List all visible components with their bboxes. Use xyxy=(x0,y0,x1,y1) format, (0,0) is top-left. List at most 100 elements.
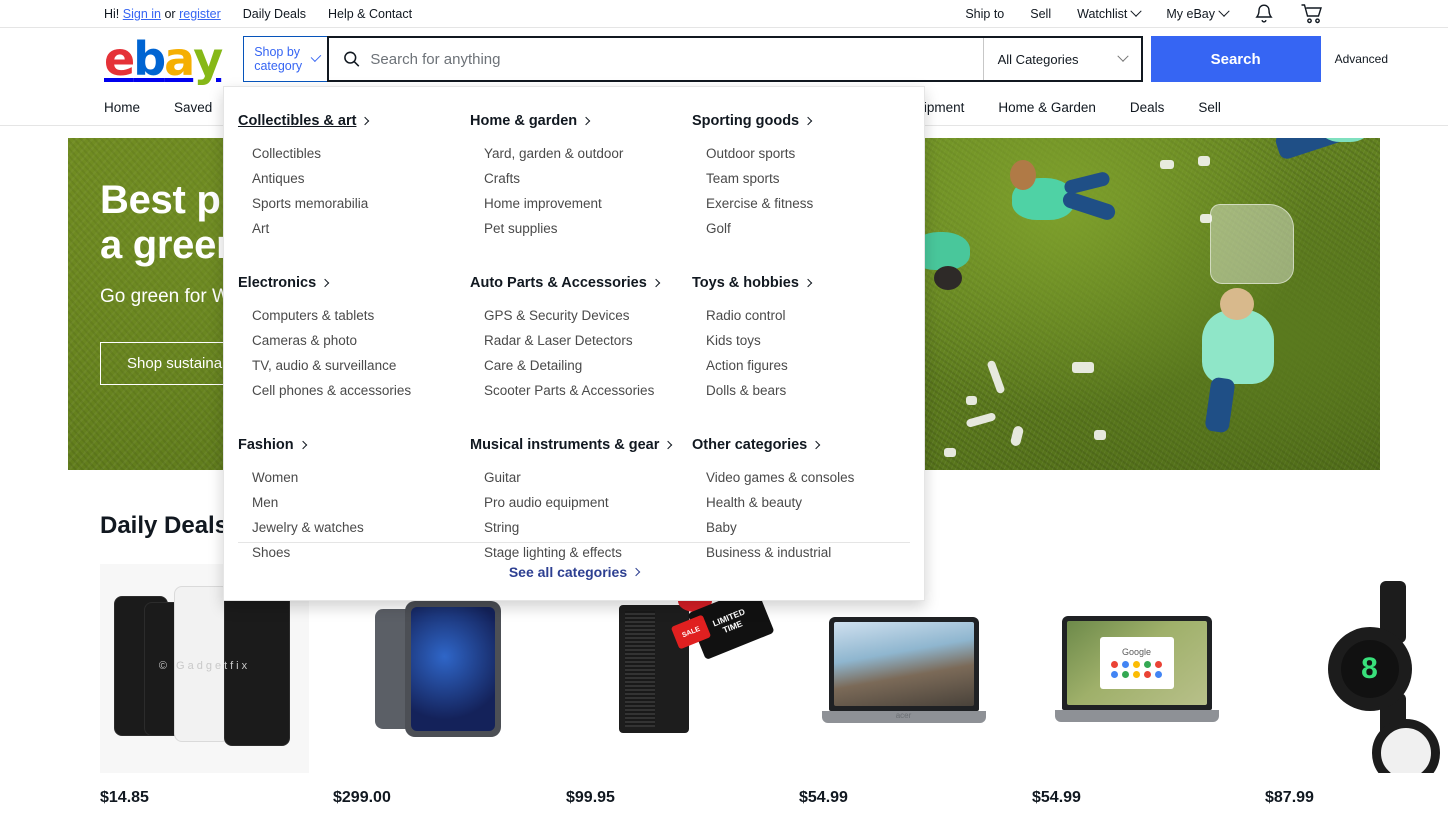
mega-item[interactable]: Baby xyxy=(692,515,896,540)
mega-item[interactable]: String xyxy=(470,515,692,540)
search-input-wrapper xyxy=(329,38,982,80)
category-select[interactable]: All Categories xyxy=(982,38,1141,80)
ship-to-link[interactable]: Ship to xyxy=(965,7,1004,21)
mega-item[interactable]: Care & Detailing xyxy=(470,353,692,378)
laptop-art: Google xyxy=(1054,615,1219,722)
mega-item[interactable]: Team sports xyxy=(692,166,896,191)
nav-item-home[interactable]: Home xyxy=(104,100,140,115)
mega-list: Radio control Kids toys Action figures D… xyxy=(692,303,896,403)
mega-heading-label: Auto Parts & Accessories xyxy=(470,275,647,291)
chevron-down-icon xyxy=(1116,50,1129,62)
see-all-categories-link[interactable]: See all categories xyxy=(508,563,641,580)
mega-heading-auto-parts-and-accessories[interactable]: Auto Parts & Accessories xyxy=(470,275,692,291)
greeting-block: Hi! Sign in or register xyxy=(104,7,221,21)
chevron-down-icon xyxy=(1130,5,1143,17)
mega-item[interactable]: GPS & Security Devices xyxy=(470,303,692,328)
mega-item[interactable]: Outdoor sports xyxy=(692,141,896,166)
mega-heading-electronics[interactable]: Electronics xyxy=(238,275,470,291)
deal-image-smartwatch[interactable]: 8 xyxy=(1265,564,1448,773)
mega-item[interactable]: Guitar xyxy=(470,465,692,490)
mega-list: Yard, garden & outdoor Crafts Home impro… xyxy=(470,141,692,241)
mega-heading-label: Sporting goods xyxy=(692,113,800,129)
mega-heading-fashion[interactable]: Fashion xyxy=(238,437,470,453)
chevron-right-icon xyxy=(298,440,307,450)
mega-item[interactable]: Collectibles xyxy=(238,141,470,166)
mega-item[interactable]: TV, audio & surveillance xyxy=(238,353,470,378)
notification-bell-icon[interactable] xyxy=(1254,3,1274,25)
deal-price: $54.99 xyxy=(799,789,848,806)
mega-item[interactable]: Jewelry & watches xyxy=(238,515,470,540)
shop-by-category-button[interactable]: Shop by category xyxy=(243,36,328,82)
mega-item[interactable]: Home improvement xyxy=(470,191,692,216)
logo-letter-a: a xyxy=(164,32,195,86)
mega-group: Home & garden Yard, garden & outdoor Cra… xyxy=(470,113,692,241)
mega-item[interactable]: Pro audio equipment xyxy=(470,490,692,515)
deal-card[interactable]: 8 $87.99 xyxy=(1265,564,1448,807)
tag-badge: SALE xyxy=(681,625,701,639)
nav-item-home-and-garden[interactable]: Home & Garden xyxy=(998,100,1096,115)
watchlist-menu[interactable]: Watchlist xyxy=(1077,5,1143,21)
mega-item[interactable]: Dolls & bears xyxy=(692,378,896,403)
mega-item[interactable]: Radio control xyxy=(692,303,896,328)
mega-heading-musical-instruments-and-gear[interactable]: Musical instruments & gear xyxy=(470,437,692,453)
mega-item[interactable]: Men xyxy=(238,490,470,515)
advanced-search-link[interactable]: Advanced xyxy=(1335,52,1388,66)
utility-top-bar: Hi! Sign in or register Daily Deals Help… xyxy=(0,0,1448,28)
mega-item[interactable]: Crafts xyxy=(470,166,692,191)
register-link[interactable]: register xyxy=(179,7,221,21)
mega-item[interactable]: Women xyxy=(238,465,470,490)
mega-item[interactable]: Exercise & fitness xyxy=(692,191,896,216)
deal-card[interactable]: Google $54.99 xyxy=(1032,564,1241,807)
ebay-logo[interactable]: e b a y xyxy=(104,32,223,86)
mega-heading-label: Fashion xyxy=(238,437,294,453)
google-wordmark: Google xyxy=(1121,647,1152,657)
mega-item[interactable]: Antiques xyxy=(238,166,470,191)
ebay-homepage: Hi! Sign in or register Daily Deals Help… xyxy=(0,0,1448,828)
mega-group: Electronics Computers & tablets Cameras … xyxy=(238,275,470,403)
mega-item[interactable]: Radar & Laser Detectors xyxy=(470,328,692,353)
mega-heading-sporting-goods[interactable]: Sporting goods xyxy=(692,113,896,129)
mega-item[interactable]: Golf xyxy=(692,216,896,241)
sell-link[interactable]: Sell xyxy=(1030,7,1051,21)
my-ebay-menu[interactable]: My eBay xyxy=(1166,5,1230,21)
mega-heading-other-categories[interactable]: Other categories xyxy=(692,437,896,453)
sell-label: Sell xyxy=(1030,6,1052,21)
mega-heading-home-and-garden[interactable]: Home & garden xyxy=(470,113,692,129)
mega-list: Computers & tablets Cameras & photo TV, … xyxy=(238,303,470,403)
mega-item[interactable]: Sports memorabilia xyxy=(238,191,470,216)
mega-item[interactable]: Yard, garden & outdoor xyxy=(470,141,692,166)
nav-item-sell[interactable]: Sell xyxy=(1198,100,1221,115)
help-contact-link[interactable]: Help & Contact xyxy=(328,7,412,21)
see-all-categories-label: See all categories xyxy=(508,563,628,580)
mega-item[interactable]: Cell phones & accessories xyxy=(238,378,470,403)
mega-item[interactable]: Cameras & photo xyxy=(238,328,470,353)
mega-heading-collectibles-and-art[interactable]: Collectibles & art xyxy=(238,113,470,129)
mega-heading-label: Toys & hobbies xyxy=(692,275,799,291)
mega-heading-toys-and-hobbies[interactable]: Toys & hobbies xyxy=(692,275,896,291)
mega-menu-footer: See all categories xyxy=(238,542,910,600)
search-input[interactable] xyxy=(370,50,969,68)
logo-letter-e: e xyxy=(104,32,135,86)
nav-item-saved[interactable]: Saved xyxy=(174,100,212,115)
mega-item[interactable]: Video games & consoles xyxy=(692,465,896,490)
tablet-art xyxy=(404,600,501,737)
shop-by-category-dropdown[interactable]: Collectibles & art Collectibles Antiques… xyxy=(223,86,925,601)
mega-item[interactable]: Action figures xyxy=(692,353,896,378)
deal-image-hp-chromebook[interactable]: Google xyxy=(1032,564,1241,773)
mega-item[interactable]: Kids toys xyxy=(692,328,896,353)
mega-heading-label: Other categories xyxy=(692,437,808,453)
nav-item-deals[interactable]: Deals xyxy=(1130,100,1165,115)
shopping-cart-icon[interactable] xyxy=(1300,3,1324,25)
mega-list: Collectibles Antiques Sports memorabilia… xyxy=(238,141,470,241)
mega-item[interactable]: Computers & tablets xyxy=(238,303,470,328)
chevron-right-icon xyxy=(803,278,813,288)
daily-deals-link[interactable]: Daily Deals xyxy=(243,7,306,21)
deal-price: $99.95 xyxy=(566,789,615,806)
sign-in-link[interactable]: Sign in xyxy=(123,7,161,21)
mega-item[interactable]: Pet supplies xyxy=(470,216,692,241)
mega-item[interactable]: Art xyxy=(238,216,470,241)
mega-item[interactable]: Health & beauty xyxy=(692,490,896,515)
deal-watermark: © Gadgetfix xyxy=(158,660,251,672)
search-button[interactable]: Search xyxy=(1150,36,1321,82)
mega-item[interactable]: Scooter Parts & Accessories xyxy=(470,378,692,403)
